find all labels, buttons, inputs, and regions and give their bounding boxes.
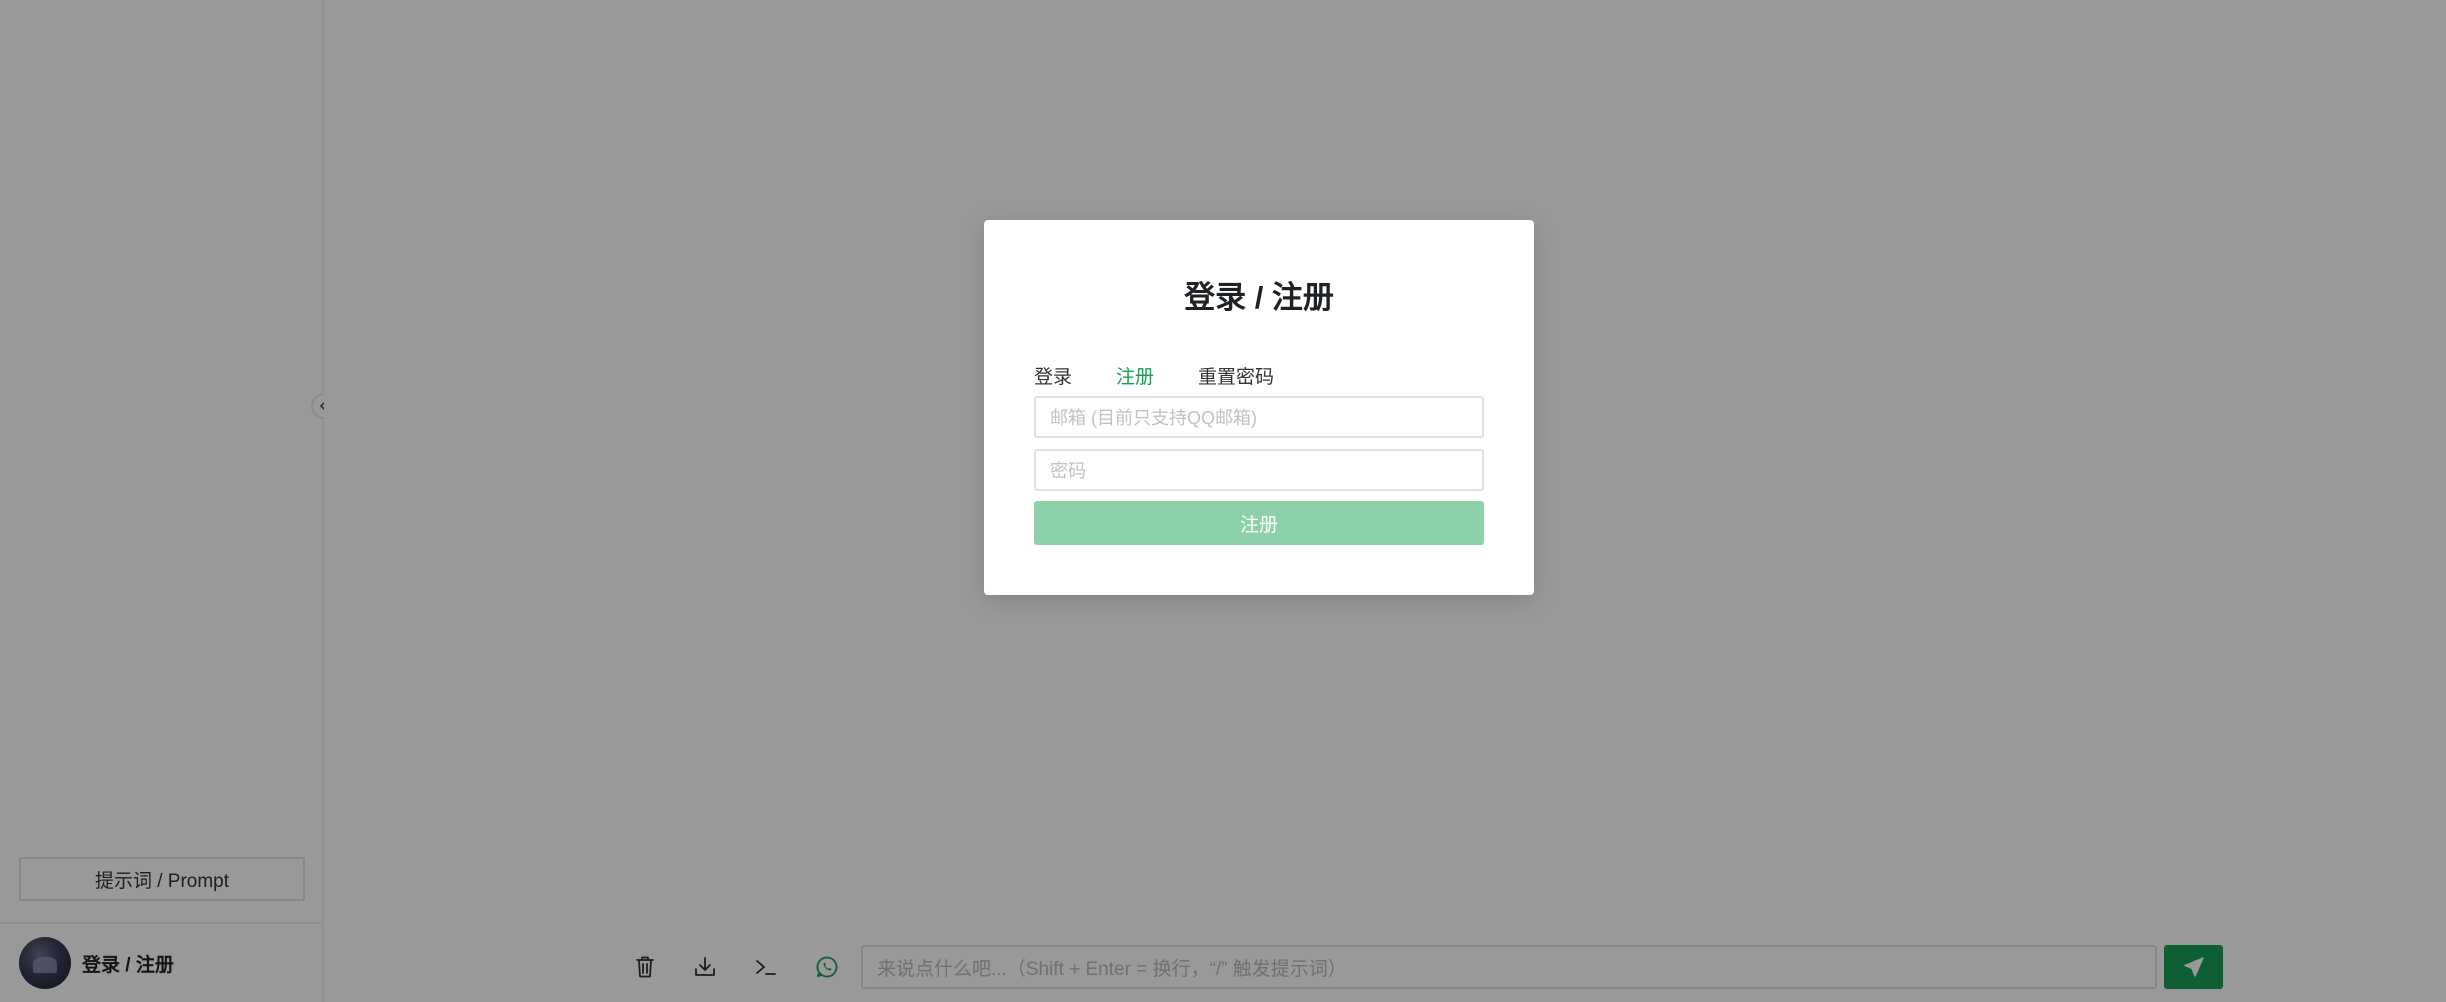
- auth-tabs: 登录 注册 重置密码: [1034, 340, 1484, 402]
- tab-register[interactable]: 注册: [1116, 340, 1155, 401]
- password-field[interactable]: 密码: [1034, 449, 1484, 491]
- tab-login[interactable]: 登录: [1034, 340, 1072, 400]
- modal-title: 登录 / 注册: [1184, 280, 1334, 315]
- email-field[interactable]: 邮箱 (目前只支持QQ邮箱): [1034, 396, 1484, 438]
- tab-reset-password[interactable]: 重置密码: [1198, 340, 1274, 400]
- register-button[interactable]: 注册: [1034, 501, 1484, 545]
- login-register-modal: 登录 / 注册 登录 注册 重置密码 邮箱 (目前只支持QQ邮箱) 密码 注册: [984, 220, 1534, 595]
